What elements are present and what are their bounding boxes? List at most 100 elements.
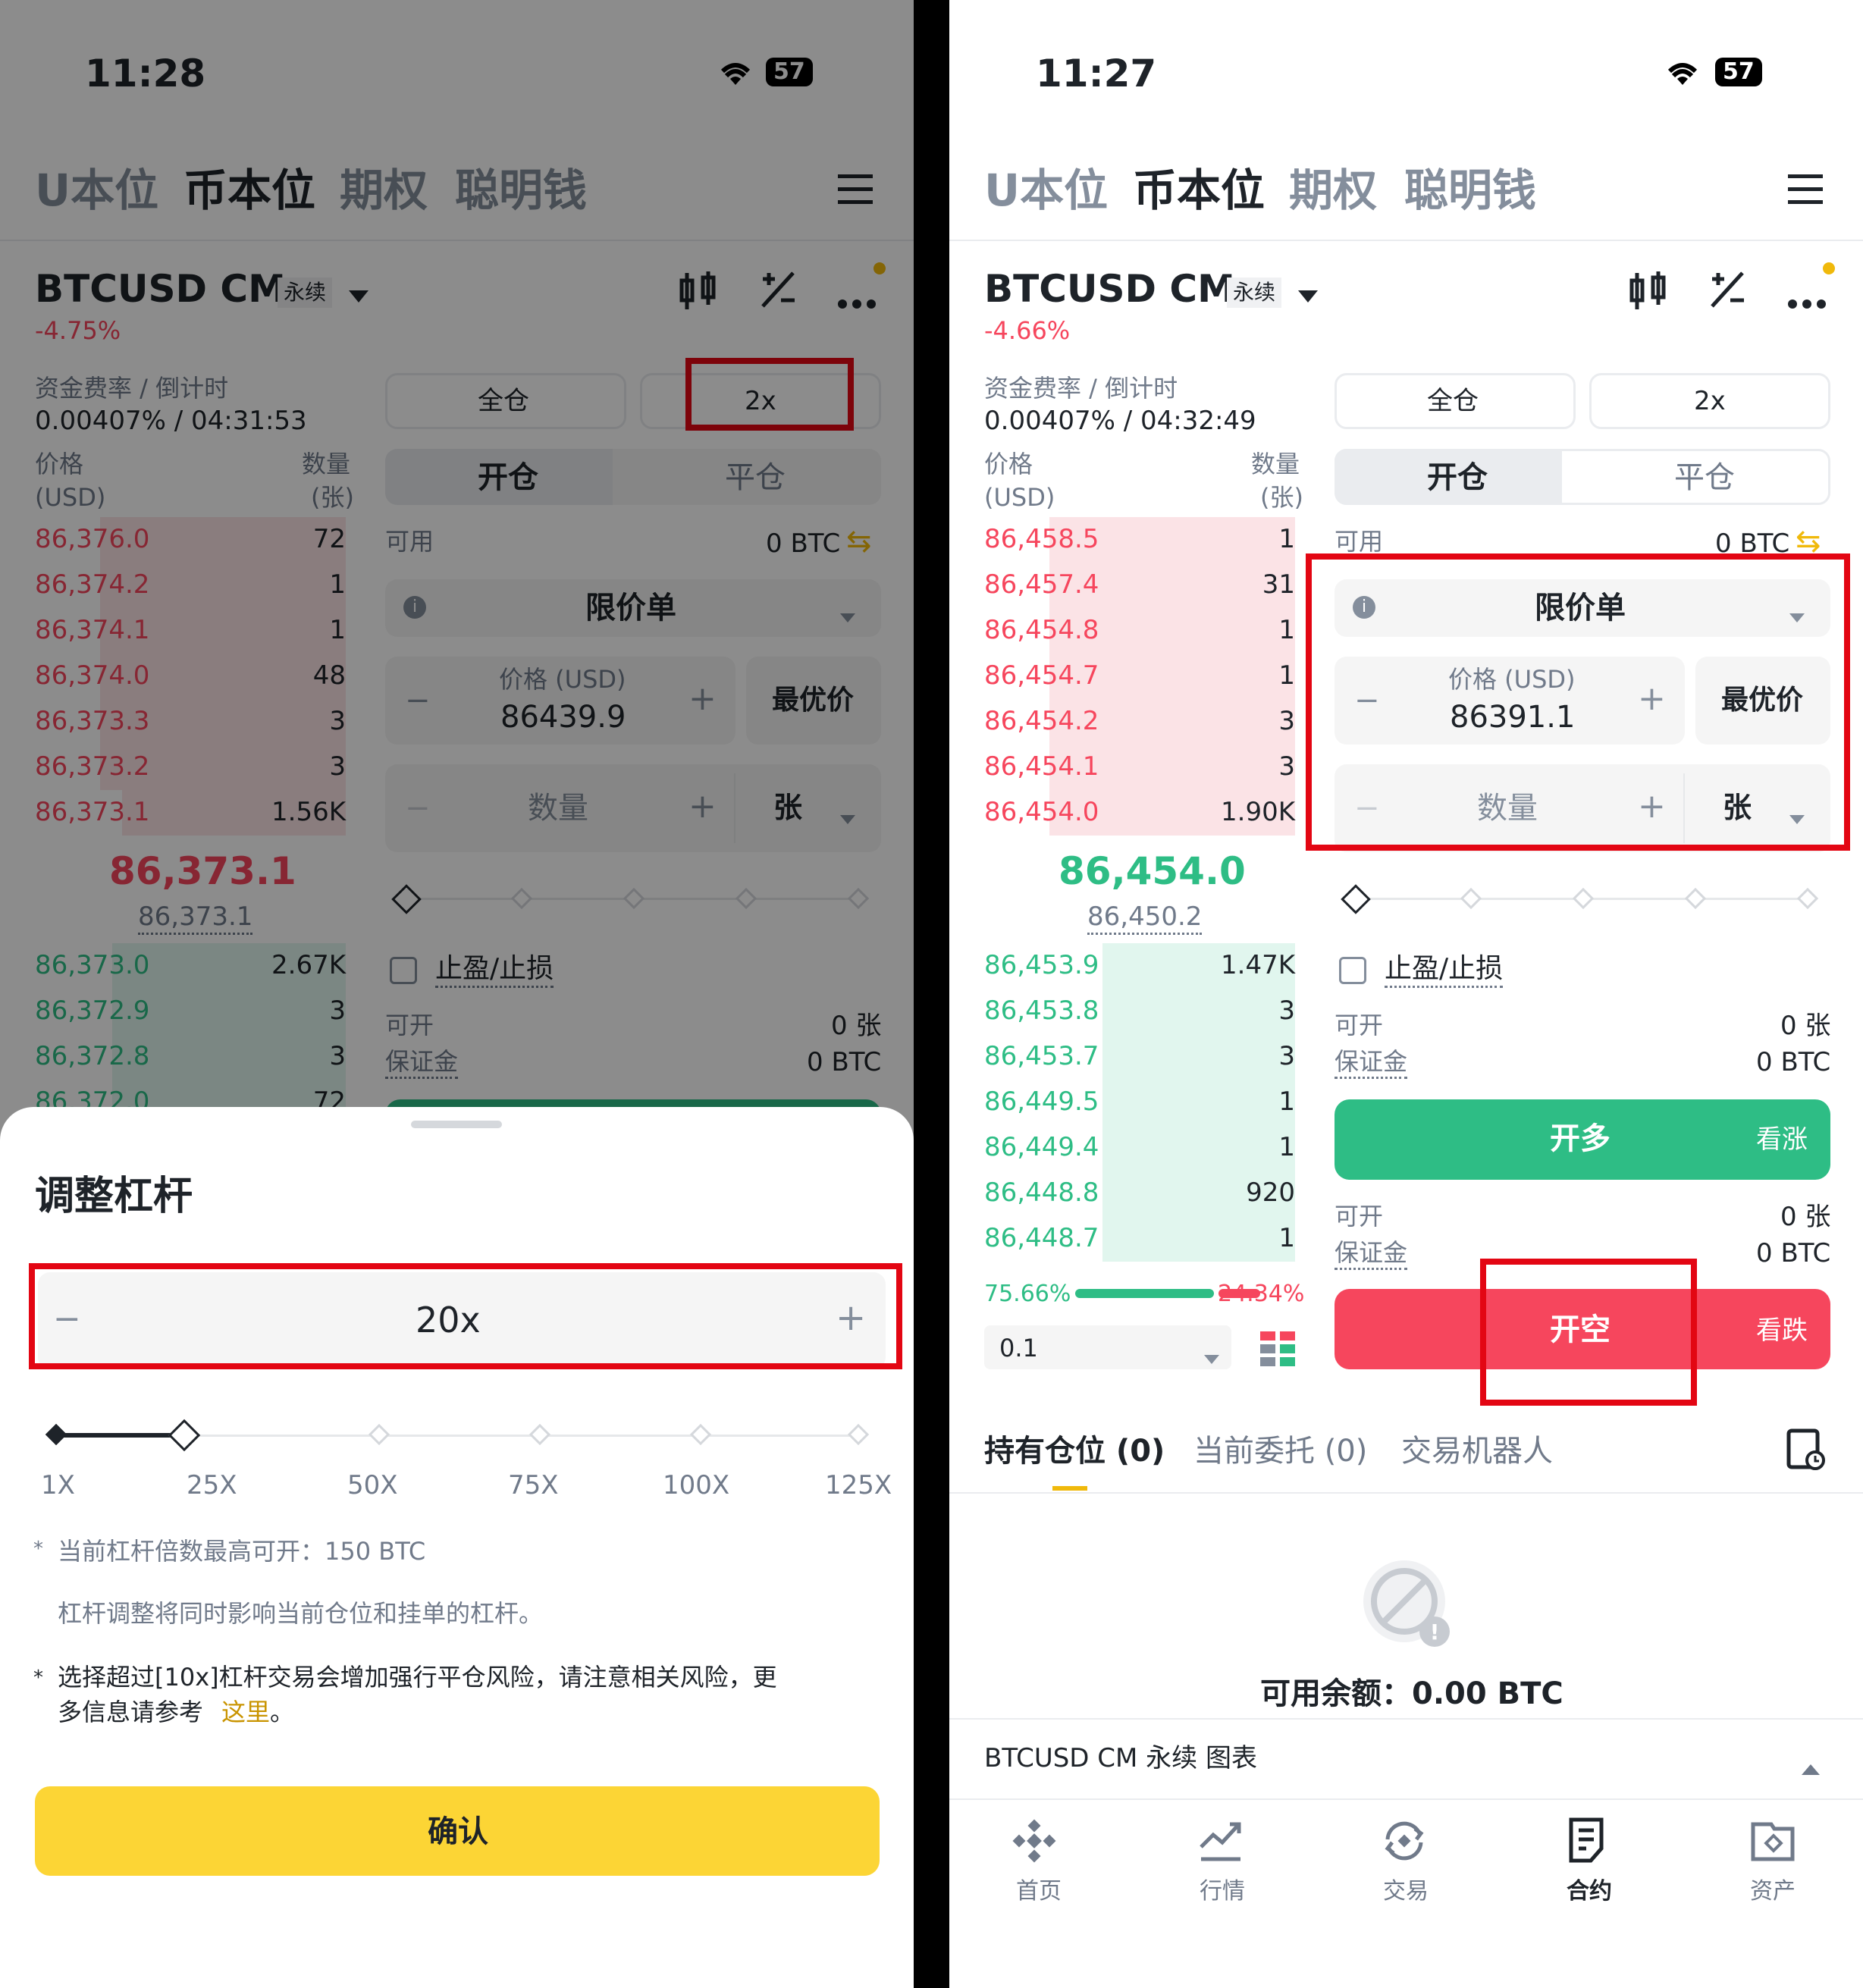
orderbook-price: 86,449.4 <box>984 1132 1099 1162</box>
margin-label[interactable]: 保证金 <box>1335 1049 1408 1079</box>
perpetual-badge: 永续 <box>1227 278 1282 308</box>
orderbook-quantity: 1.47K <box>1221 950 1295 980</box>
orderbook-price: 86,454.0 <box>984 797 1099 827</box>
sheet-handle[interactable] <box>411 1121 502 1128</box>
max-open-note: 当前杠杆倍数最高可开：150 BTC <box>58 1537 426 1566</box>
tab-positions[interactable]: 持有仓位 (0) <box>984 1436 1165 1466</box>
open-tab-label: 开仓 <box>1427 460 1488 495</box>
highlight-box-leverage-input <box>29 1263 902 1369</box>
orderbook-price: 86,453.7 <box>984 1041 1099 1071</box>
empty-state-icon: ! <box>1359 1556 1457 1660</box>
tab-open-orders[interactable]: 当前委托 (0) <box>1193 1436 1367 1466</box>
can-open-label: 可开 <box>1335 1011 1384 1039</box>
tab-options[interactable]: 期权 <box>1289 168 1377 212</box>
calculator-icon[interactable] <box>1708 270 1747 315</box>
futures-icon[interactable] <box>1563 1817 1612 1865</box>
highlight-box-short <box>1480 1259 1697 1406</box>
markets-icon[interactable] <box>1197 1817 1245 1865</box>
available-value: 0 BTC <box>1715 528 1790 559</box>
price-change: -4.66% <box>984 316 1071 345</box>
sheet-title: 调整杠杆 <box>35 1174 193 1219</box>
home-icon[interactable] <box>1010 1817 1059 1865</box>
tick-label: 25X <box>187 1470 237 1500</box>
orderbook-price: 86,454.7 <box>984 660 1099 691</box>
chevron-up-icon[interactable] <box>1802 1753 1820 1780</box>
chart-bar-title[interactable]: BTCUSD CM 永续 图表 <box>984 1745 1257 1771</box>
symbol-name[interactable]: BTCUSD CM <box>984 270 1235 308</box>
buy-ratio-bar <box>1075 1289 1214 1298</box>
orderbook-price: 86,454.2 <box>984 706 1099 736</box>
confirm-button-label: 确认 <box>428 1814 488 1849</box>
tick-label: 100X <box>663 1470 730 1500</box>
orderbook-quantity: 3 <box>1278 706 1295 736</box>
mark-price[interactable]: 86,450.2 <box>1087 904 1203 935</box>
candlestick-icon[interactable] <box>1629 270 1667 318</box>
orderbook-price: 86,449.5 <box>984 1087 1099 1117</box>
menu-icon[interactable] <box>1788 173 1823 212</box>
margin-label-short[interactable]: 保证金 <box>1335 1240 1408 1270</box>
orderbook-price: 86,448.7 <box>984 1223 1099 1253</box>
right-screen: 11:27 57 U本位 币本位 期权 聪明钱 BTCUSD CM 永续 -4.… <box>949 0 1863 1988</box>
notification-dot <box>1823 262 1835 274</box>
price-unit: (USD) <box>984 483 1055 512</box>
wallet-icon[interactable] <box>1749 1817 1797 1865</box>
tab-u-margined[interactable]: U本位 <box>984 168 1108 212</box>
tabbar-home-label[interactable]: 首页 <box>1016 1880 1062 1903</box>
highlight-box-order-form <box>1306 553 1850 851</box>
chevron-down-icon[interactable] <box>1297 282 1319 309</box>
trade-icon[interactable] <box>1380 1817 1429 1865</box>
transfer-icon[interactable]: ⇆ <box>1796 526 1821 557</box>
orderbook-price: 86,448.8 <box>984 1177 1099 1208</box>
orderbook-quantity: 3 <box>1278 1041 1295 1071</box>
tabbar-assets-label[interactable]: 资产 <box>1750 1880 1796 1903</box>
quantity-slider-handle[interactable] <box>1341 884 1371 914</box>
wifi-icon <box>1664 58 1701 93</box>
can-open-value: 0 张 <box>1780 1011 1831 1041</box>
orderbook-layout-icon[interactable] <box>1260 1331 1295 1372</box>
orderbook-price: 86,458.5 <box>984 524 1099 554</box>
available-balance: 可用余额：0.00 BTC <box>1260 1676 1563 1711</box>
margin-value-short: 0 BTC <box>1756 1238 1831 1268</box>
orderbook-price: 86,453.8 <box>984 996 1099 1026</box>
open-long-label: 开多 <box>1550 1121 1611 1156</box>
orderbook-quantity: 3 <box>1278 751 1295 782</box>
tabbar-futures-label[interactable]: 合约 <box>1567 1880 1612 1903</box>
orderbook-quantity: 1.90K <box>1221 797 1295 827</box>
orderbook-quantity: 3 <box>1278 996 1295 1026</box>
leverage-slider-fill <box>56 1433 184 1438</box>
active-tab-indicator <box>1052 1486 1087 1491</box>
tabbar-markets-label[interactable]: 行情 <box>1200 1880 1245 1903</box>
available-label: 可用 <box>1335 527 1384 556</box>
tick-label: 50X <box>347 1470 398 1500</box>
tab-trading-bots[interactable]: 交易机器人 <box>1401 1436 1553 1466</box>
leverage-impact-note: 杠杆调整将同时影响当前仓位和挂单的杠杆。 <box>58 1599 544 1628</box>
qty-header: 数量 <box>1251 450 1300 478</box>
tick-label: 1X <box>41 1470 75 1500</box>
price-header: 价格 <box>984 450 1033 478</box>
more-icon[interactable] <box>1788 287 1826 314</box>
status-time: 11:27 <box>1036 52 1157 96</box>
orderbook-quantity: 31 <box>1262 569 1295 600</box>
learn-more-link[interactable]: 这里 <box>221 1700 270 1724</box>
leverage-slider-handle[interactable] <box>168 1419 201 1452</box>
orderbook-quantity: 1 <box>1278 1132 1295 1162</box>
battery-indicator: 57 <box>1715 58 1762 86</box>
tpsl-label[interactable]: 止盈/止损 <box>1385 955 1504 988</box>
orderbook-quantity: 1 <box>1278 615 1295 645</box>
risk-warning-cont: 多信息请参考 <box>58 1698 204 1726</box>
history-icon[interactable] <box>1786 1428 1826 1476</box>
tab-coin-margined[interactable]: 币本位 <box>1133 168 1265 212</box>
leverage-label: 2x <box>1694 386 1726 416</box>
buy-ratio: 75.66% <box>984 1281 1071 1307</box>
orderbook-quantity: 1 <box>1278 1087 1295 1117</box>
last-price: 86,454.0 <box>1059 849 1246 893</box>
precision-value: 0.1 <box>999 1334 1038 1362</box>
tab-smart-money[interactable]: 聪明钱 <box>1404 168 1536 212</box>
tpsl-checkbox[interactable] <box>1339 957 1366 984</box>
orderbook-price: 86,453.9 <box>984 950 1099 980</box>
orderbook-price: 86,454.8 <box>984 615 1099 645</box>
tick-label: 125X <box>825 1470 892 1500</box>
tabbar-trade-label[interactable]: 交易 <box>1383 1880 1429 1903</box>
close-tab-label[interactable]: 平仓 <box>1674 463 1735 493</box>
orderbook-price: 86,457.4 <box>984 569 1099 600</box>
